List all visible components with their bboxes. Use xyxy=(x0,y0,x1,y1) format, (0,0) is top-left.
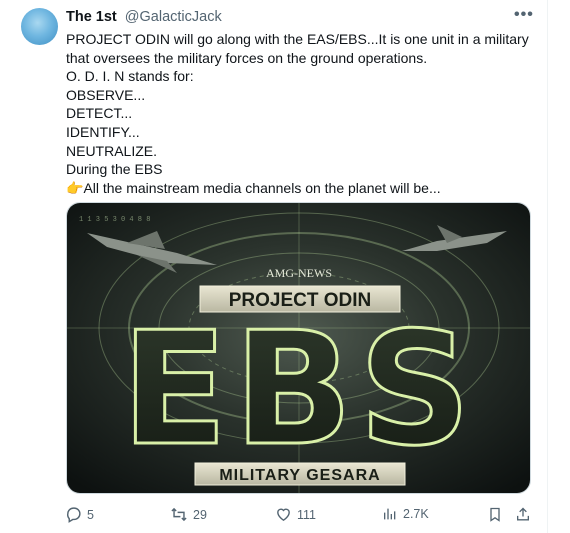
tweet-line: DETECT... xyxy=(66,105,133,122)
tweet-line: NEUTRALIZE. xyxy=(66,142,158,159)
tweet-line: OBSERVE... xyxy=(66,86,146,103)
tweet-line: that oversees the military forces on the… xyxy=(66,49,428,66)
share-button[interactable] xyxy=(515,506,531,523)
tweet-line: 👉All the mainstream media channels on th… xyxy=(66,179,536,198)
tweet-line: During the EBS xyxy=(66,161,163,178)
pointing-hand-emoji: 👉 xyxy=(66,179,84,196)
repost-button[interactable]: 29 xyxy=(170,506,207,523)
ebs-letters: EBS xyxy=(121,298,477,480)
bookmark-icon xyxy=(490,507,500,522)
reply-count: 5 xyxy=(87,507,94,522)
tweet-card[interactable]: The 1st @GalacticJack ••• PROJECT ODIN w… xyxy=(0,0,548,533)
heart-icon xyxy=(277,508,290,522)
tweet-line: IDENTIFY... xyxy=(66,123,140,140)
tweet-image[interactable]: 1 1 3 5 3 0 4 8 8 AMG-NEWS PROJECT ODIN … xyxy=(66,202,531,494)
author-handle[interactable]: @GalacticJack xyxy=(125,9,222,25)
hud-text: 1 1 3 5 3 0 4 8 8 xyxy=(79,216,150,224)
tweet-actions: 5 29 111 2.7K xyxy=(0,500,548,530)
more-options-icon[interactable]: ••• xyxy=(514,6,534,24)
ebs-poster-image: 1 1 3 5 3 0 4 8 8 AMG-NEWS PROJECT ODIN … xyxy=(67,203,530,493)
author-name[interactable]: The 1st xyxy=(66,9,117,25)
watermark-text: AMG-NEWS xyxy=(266,266,332,280)
views-button[interactable]: 2.7K xyxy=(382,506,429,522)
tweet-header: The 1st @GalacticJack xyxy=(66,9,222,25)
views-count: 2.7K xyxy=(403,507,429,521)
tweet-text: PROJECT ODIN will go along with the EAS/… xyxy=(66,30,536,197)
reply-icon xyxy=(67,507,81,523)
like-count: 111 xyxy=(297,507,317,522)
bookmark-button[interactable] xyxy=(487,506,503,523)
avatar[interactable] xyxy=(21,8,58,45)
tweet-line: O. D. I. N stands for: xyxy=(66,68,194,85)
tweet-line: PROJECT ODIN will go along with the EAS/… xyxy=(66,31,529,47)
views-icon xyxy=(384,508,396,520)
repost-count: 29 xyxy=(193,507,207,522)
tweet-line-text: All the mainstream media channels on the… xyxy=(83,179,441,196)
like-button[interactable]: 111 xyxy=(275,506,316,523)
reply-button[interactable]: 5 xyxy=(65,506,94,523)
share-icon xyxy=(517,507,529,521)
repost-icon xyxy=(171,507,187,522)
image-subtitle: MILITARY GESARA xyxy=(219,467,380,484)
